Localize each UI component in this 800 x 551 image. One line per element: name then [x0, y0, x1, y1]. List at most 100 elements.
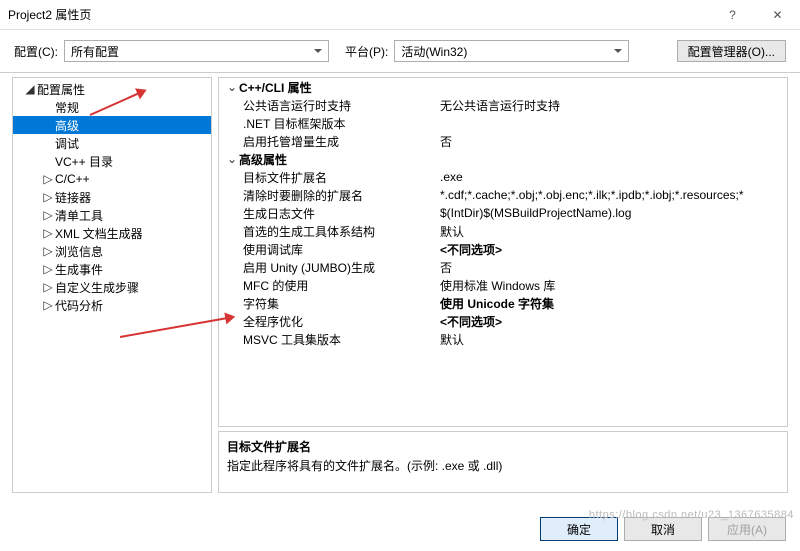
- main-area: ◢配置属性常规高级调试VC++ 目录▷C/C++▷链接器▷清单工具▷XML 文档…: [0, 72, 800, 497]
- chevron-right-icon: ▷: [41, 190, 55, 204]
- chevron-down-icon: ◢: [23, 82, 37, 96]
- sidebar-item-label: XML 文档生成器: [55, 225, 143, 242]
- platform-label: 平台(P):: [345, 43, 388, 60]
- watermark: https://blog.csdn.net/u23_1367635884: [589, 509, 794, 521]
- chevron-right-icon: ▷: [41, 280, 55, 294]
- group-title: C++/CLI 属性: [239, 79, 312, 96]
- chevron-down-icon: ⌄: [225, 152, 239, 166]
- property-row[interactable]: .NET 目标框架版本: [219, 114, 787, 132]
- property-group-header[interactable]: ⌄C++/CLI 属性: [219, 78, 787, 96]
- property-row[interactable]: 清除时要删除的扩展名*.cdf;*.cache;*.obj;*.obj.enc;…: [219, 186, 787, 204]
- chevron-right-icon: ▷: [41, 208, 55, 222]
- window-title: Project2 属性页: [8, 6, 710, 23]
- sidebar-item-label: 代码分析: [55, 297, 103, 314]
- property-key: 启用 Unity (JUMBO)生成: [219, 259, 434, 276]
- sidebar-item-5[interactable]: ▷链接器: [13, 188, 211, 206]
- sidebar-item-1[interactable]: 高级: [13, 116, 211, 134]
- property-row[interactable]: 全程序优化<不同选项>: [219, 312, 787, 330]
- platform-value: 活动(Win32): [401, 43, 467, 60]
- property-value[interactable]: 否: [434, 133, 787, 150]
- content: ⌄C++/CLI 属性公共语言运行时支持无公共语言运行时支持.NET 目标框架版…: [218, 77, 788, 493]
- property-value[interactable]: 否: [434, 259, 787, 276]
- property-key: 启用托管增量生成: [219, 133, 434, 150]
- config-row: 配置(C): 所有配置 平台(P): 活动(Win32) 配置管理器(O)...: [0, 30, 800, 72]
- sidebar-item-10[interactable]: ▷自定义生成步骤: [13, 278, 211, 296]
- sidebar-item-2[interactable]: 调试: [13, 134, 211, 152]
- sidebar-item-7[interactable]: ▷XML 文档生成器: [13, 224, 211, 242]
- sidebar-item-label: 自定义生成步骤: [55, 279, 139, 296]
- property-row[interactable]: 使用调试库<不同选项>: [219, 240, 787, 258]
- sidebar-item-3[interactable]: VC++ 目录: [13, 152, 211, 170]
- property-row[interactable]: 启用 Unity (JUMBO)生成否: [219, 258, 787, 276]
- description-title: 目标文件扩展名: [227, 438, 779, 455]
- tree-root-label: 配置属性: [37, 81, 85, 98]
- sidebar-item-label: VC++ 目录: [55, 153, 113, 170]
- tree-root[interactable]: ◢配置属性: [13, 80, 211, 98]
- property-row[interactable]: 字符集使用 Unicode 字符集: [219, 294, 787, 312]
- sidebar: ◢配置属性常规高级调试VC++ 目录▷C/C++▷链接器▷清单工具▷XML 文档…: [12, 77, 212, 493]
- property-key: 使用调试库: [219, 241, 434, 258]
- config-label: 配置(C):: [14, 43, 58, 60]
- sidebar-item-0[interactable]: 常规: [13, 98, 211, 116]
- sidebar-item-label: 生成事件: [55, 261, 103, 278]
- property-key: MSVC 工具集版本: [219, 331, 434, 348]
- sidebar-item-9[interactable]: ▷生成事件: [13, 260, 211, 278]
- titlebar-buttons: ? ✕: [710, 0, 800, 30]
- chevron-right-icon: ▷: [41, 298, 55, 312]
- property-value[interactable]: 使用标准 Windows 库: [434, 277, 787, 294]
- property-row[interactable]: MSVC 工具集版本默认: [219, 330, 787, 348]
- property-row[interactable]: MFC 的使用使用标准 Windows 库: [219, 276, 787, 294]
- help-button[interactable]: ?: [710, 0, 755, 30]
- property-key: 首选的生成工具体系结构: [219, 223, 434, 240]
- property-row[interactable]: 公共语言运行时支持无公共语言运行时支持: [219, 96, 787, 114]
- chevron-right-icon: ▷: [41, 262, 55, 276]
- sidebar-item-label: C/C++: [55, 172, 90, 186]
- property-tree: ◢配置属性常规高级调试VC++ 目录▷C/C++▷链接器▷清单工具▷XML 文档…: [13, 78, 211, 314]
- sidebar-item-label: 浏览信息: [55, 243, 103, 260]
- property-value[interactable]: 使用 Unicode 字符集: [434, 295, 787, 312]
- config-manager-button[interactable]: 配置管理器(O)...: [677, 40, 786, 62]
- property-value[interactable]: 默认: [434, 223, 787, 240]
- property-value[interactable]: <不同选项>: [434, 241, 787, 258]
- chevron-right-icon: ▷: [41, 172, 55, 186]
- sidebar-item-4[interactable]: ▷C/C++: [13, 170, 211, 188]
- property-value[interactable]: 无公共语言运行时支持: [434, 97, 787, 114]
- chevron-right-icon: ▷: [41, 244, 55, 258]
- chevron-right-icon: ▷: [41, 226, 55, 240]
- titlebar: Project2 属性页 ? ✕: [0, 0, 800, 30]
- property-key: .NET 目标框架版本: [219, 115, 434, 132]
- description-text: 指定此程序将具有的文件扩展名。(示例: .exe 或 .dll): [227, 457, 779, 474]
- property-row[interactable]: 目标文件扩展名.exe: [219, 168, 787, 186]
- property-value[interactable]: .exe: [434, 170, 787, 184]
- sidebar-item-11[interactable]: ▷代码分析: [13, 296, 211, 314]
- sidebar-item-label: 调试: [55, 135, 79, 152]
- property-key: 公共语言运行时支持: [219, 97, 434, 114]
- sidebar-item-label: 清单工具: [55, 207, 103, 224]
- sidebar-item-6[interactable]: ▷清单工具: [13, 206, 211, 224]
- property-row[interactable]: 首选的生成工具体系结构默认: [219, 222, 787, 240]
- sidebar-item-label: 链接器: [55, 189, 91, 206]
- platform-combo[interactable]: 活动(Win32): [394, 40, 629, 62]
- property-grid: ⌄C++/CLI 属性公共语言运行时支持无公共语言运行时支持.NET 目标框架版…: [218, 77, 788, 427]
- sidebar-item-label: 常规: [55, 99, 79, 116]
- property-key: MFC 的使用: [219, 277, 434, 294]
- group-title: 高级属性: [239, 151, 287, 168]
- sidebar-item-8[interactable]: ▷浏览信息: [13, 242, 211, 260]
- description-box: 目标文件扩展名 指定此程序将具有的文件扩展名。(示例: .exe 或 .dll): [218, 431, 788, 493]
- property-row[interactable]: 生成日志文件$(IntDir)$(MSBuildProjectName).log: [219, 204, 787, 222]
- property-value[interactable]: $(IntDir)$(MSBuildProjectName).log: [434, 206, 787, 220]
- property-value[interactable]: <不同选项>: [434, 313, 787, 330]
- config-combo[interactable]: 所有配置: [64, 40, 329, 62]
- property-row[interactable]: 启用托管增量生成否: [219, 132, 787, 150]
- property-key: 全程序优化: [219, 313, 434, 330]
- property-key: 字符集: [219, 295, 434, 312]
- property-key: 目标文件扩展名: [219, 169, 434, 186]
- config-value: 所有配置: [71, 43, 119, 60]
- property-group-header[interactable]: ⌄高级属性: [219, 150, 787, 168]
- sidebar-item-label: 高级: [55, 117, 79, 134]
- close-button[interactable]: ✕: [755, 0, 800, 30]
- chevron-down-icon: ⌄: [225, 80, 239, 94]
- property-value[interactable]: *.cdf;*.cache;*.obj;*.obj.enc;*.ilk;*.ip…: [434, 188, 787, 202]
- property-key: 生成日志文件: [219, 205, 434, 222]
- property-value[interactable]: 默认: [434, 331, 787, 348]
